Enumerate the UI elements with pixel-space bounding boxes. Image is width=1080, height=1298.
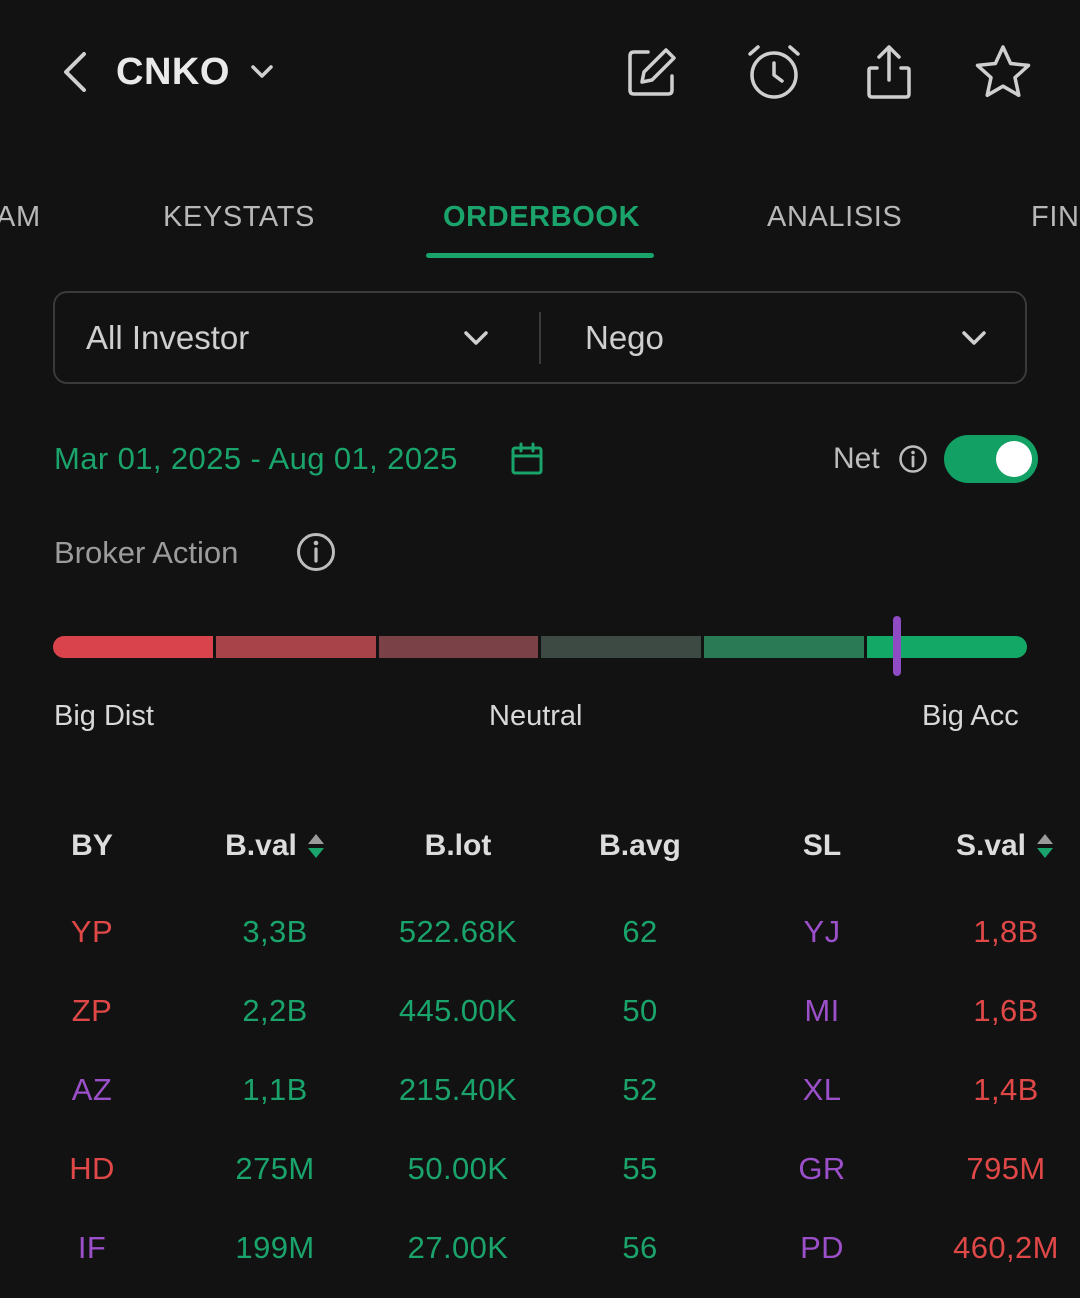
back-button[interactable] [52, 44, 98, 100]
column-header-label: BY [71, 829, 113, 862]
cell-sl[interactable]: GR [772, 1145, 872, 1193]
back-chevron-icon [64, 52, 86, 92]
cell-bavg: 52 [622, 1072, 658, 1107]
cell-sl[interactable]: XL [772, 1066, 872, 1114]
gauge-segment [867, 636, 1027, 658]
cell-sl[interactable]: PD [772, 1224, 872, 1272]
column-header-blot: B.lot [398, 822, 518, 870]
cell-blot: 50.00K [407, 1151, 509, 1186]
sort-icon [307, 832, 325, 860]
date-picker-button[interactable] [506, 436, 548, 482]
edit-note-icon [628, 48, 676, 96]
gauge-segment [53, 636, 213, 658]
gauge-segment [215, 636, 376, 658]
ticker-symbol[interactable]: CNKO [116, 44, 230, 100]
cell-by[interactable]: YP [42, 908, 142, 956]
investor-filter-dropdown[interactable] [456, 318, 496, 358]
column-header-label: B.lot [424, 829, 492, 862]
cell-by[interactable]: IF [42, 1224, 142, 1272]
column-header-sl: SL [772, 822, 872, 870]
column-header-label: B.avg [599, 829, 681, 862]
share-button[interactable] [855, 38, 923, 106]
net-toggle-knob [996, 441, 1032, 477]
column-header-sval[interactable]: S.val [940, 822, 1070, 870]
cell-by[interactable]: ZP [42, 987, 142, 1035]
net-label: Net [833, 442, 880, 475]
price-alert-button[interactable] [740, 38, 808, 106]
scale-label-neutral: Neutral [489, 699, 583, 732]
cell-bavg: 56 [622, 1230, 658, 1265]
info-icon [899, 445, 927, 473]
tab-orderbook[interactable]: ORDERBOOK [443, 192, 640, 242]
net-info-button[interactable] [896, 442, 930, 476]
date-range-label[interactable]: Mar 01, 2025 - Aug 01, 2025 [54, 436, 458, 482]
cell-sval: 795M [966, 1151, 1046, 1186]
column-header-label: S.val [955, 829, 1027, 862]
star-icon [975, 45, 1031, 98]
tab-keystats[interactable]: KEYSTATS [163, 192, 315, 242]
broker-action-title: Broker Action [54, 535, 239, 570]
cell-blot: 522.68K [398, 914, 518, 949]
chevron-down-icon [962, 331, 986, 345]
cell-bavg: 50 [622, 993, 658, 1028]
edit-note-button[interactable] [618, 38, 686, 106]
sort-icon [1036, 832, 1054, 860]
cell-bval: 2,2B [242, 993, 308, 1028]
cell-bval: 275M [235, 1151, 315, 1186]
cell-by[interactable]: HD [42, 1145, 142, 1193]
scale-label-big-acc: Big Acc [922, 699, 1019, 732]
market-filter-dropdown[interactable] [954, 318, 994, 358]
watchlist-star-button[interactable] [969, 38, 1037, 106]
chevron-down-icon [251, 65, 273, 78]
cell-blot: 215.40K [398, 1072, 518, 1107]
cell-bavg: 62 [622, 914, 658, 949]
cell-bval: 1,1B [242, 1072, 308, 1107]
cell-bval: 3,3B [242, 914, 308, 949]
column-header-bavg: B.avg [580, 822, 700, 870]
cell-blot: 27.00K [407, 1230, 509, 1265]
investor-filter-select[interactable]: All Investor [86, 312, 249, 364]
gauge-segment [704, 636, 865, 658]
broker-action-gauge [53, 636, 1027, 658]
cell-bval: 199M [235, 1230, 315, 1265]
cell-sl[interactable]: YJ [772, 908, 872, 956]
broker-action-info-button[interactable] [294, 530, 338, 574]
tab-am[interactable]: AM [0, 192, 41, 242]
column-header-label: B.val [225, 829, 297, 862]
cell-sval: 1,6B [973, 993, 1039, 1028]
active-tab-indicator [426, 253, 654, 258]
cell-sl[interactable]: MI [772, 987, 872, 1035]
filter-divider [539, 312, 541, 364]
column-header-label: SL [802, 829, 842, 862]
info-icon [297, 533, 335, 571]
cell-bavg: 55 [622, 1151, 658, 1186]
calendar-icon [511, 442, 543, 475]
gauge-segment [378, 636, 539, 658]
tab-fin[interactable]: FIN [1031, 192, 1080, 242]
cell-sval: 1,8B [973, 914, 1039, 949]
ticker-dropdown-button[interactable] [244, 52, 280, 92]
tab-analisis[interactable]: ANALISIS [767, 192, 902, 242]
chevron-down-icon [464, 331, 488, 345]
market-filter-select[interactable]: Nego [585, 312, 664, 364]
alarm-clock-icon [748, 45, 800, 99]
cell-blot: 445.00K [398, 993, 518, 1028]
cell-sval: 1,4B [973, 1072, 1039, 1107]
column-header-bval[interactable]: B.val [205, 822, 345, 870]
gauge-marker [893, 616, 901, 676]
scale-label-big-dist: Big Dist [54, 699, 154, 732]
cell-by[interactable]: AZ [42, 1066, 142, 1114]
gauge-segment [541, 636, 702, 658]
cell-sval: 460,2M [953, 1230, 1059, 1265]
column-header-by: BY [42, 822, 142, 870]
share-icon [867, 45, 911, 99]
